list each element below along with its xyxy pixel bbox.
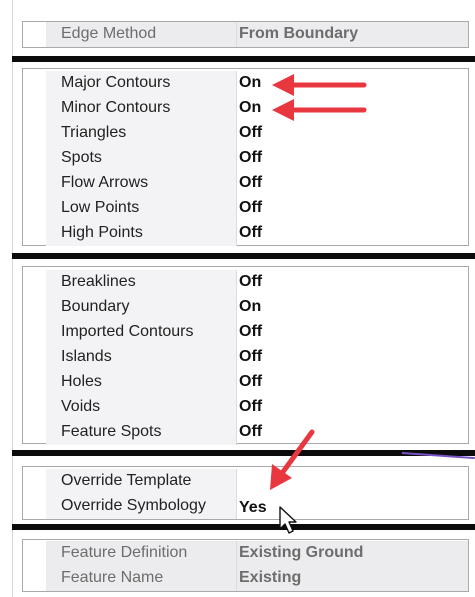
property-row-breaklines[interactable]: Breaklines Off xyxy=(23,270,468,295)
properties-window: Edge Method From Boundary Major Contours… xyxy=(0,0,475,597)
property-value[interactable]: Off xyxy=(239,174,262,192)
property-value[interactable]: On xyxy=(239,298,261,316)
property-label: Holes xyxy=(61,373,102,390)
property-row-triangles[interactable]: Triangles Off xyxy=(23,121,468,146)
property-value[interactable]: Off xyxy=(239,423,262,441)
property-label: Feature Definition xyxy=(61,544,188,561)
property-label: Triangles xyxy=(61,124,127,141)
property-label: Edge Method xyxy=(61,25,157,42)
property-value[interactable]: From Boundary xyxy=(239,25,358,43)
property-row-feature-name[interactable]: Feature Name Existing xyxy=(23,566,468,591)
property-row-major-contours[interactable]: Major Contours On xyxy=(23,71,468,96)
property-label: Voids xyxy=(61,398,101,415)
red-arrow-icon xyxy=(272,74,367,96)
property-label: Spots xyxy=(61,149,102,166)
window-left-edge xyxy=(0,0,13,597)
property-row-spots[interactable]: Spots Off xyxy=(23,146,468,171)
section-divider xyxy=(12,524,475,530)
property-value[interactable]: Off xyxy=(239,149,262,167)
property-value[interactable]: Off xyxy=(239,348,262,366)
property-value[interactable]: Existing xyxy=(239,569,301,587)
property-label: Override Symbology xyxy=(61,497,206,514)
section-divider xyxy=(12,253,475,259)
property-value[interactable]: On xyxy=(239,74,261,92)
mouse-pointer-icon xyxy=(279,506,297,534)
property-label: Islands xyxy=(61,348,112,365)
property-label: Breaklines xyxy=(61,273,136,290)
property-row-override-template[interactable]: Override Template xyxy=(23,469,468,494)
feature-group: Feature Definition Existing Ground Featu… xyxy=(22,539,469,592)
property-label: Flow Arrows xyxy=(61,174,149,191)
property-row-override-symbology[interactable]: Override Symbology Yes xyxy=(23,494,468,519)
display-group: Major Contours On Minor Contours On Tria… xyxy=(22,68,469,246)
edge-method-group: Edge Method From Boundary xyxy=(22,21,469,48)
property-row-feature-definition[interactable]: Feature Definition Existing Ground xyxy=(23,541,468,566)
property-label: Feature Spots xyxy=(61,423,162,440)
override-group: Override Template Override Symbology Yes xyxy=(22,466,469,520)
property-value[interactable]: Off xyxy=(239,373,262,391)
property-row-islands[interactable]: Islands Off xyxy=(23,345,468,370)
property-row-edge-method[interactable]: Edge Method From Boundary xyxy=(23,22,468,47)
property-value[interactable]: Yes xyxy=(239,499,267,517)
property-label: Major Contours xyxy=(61,74,171,91)
property-label: Low Points xyxy=(61,199,140,216)
property-row-low-points[interactable]: Low Points Off xyxy=(23,196,468,221)
property-value[interactable]: On xyxy=(239,99,261,117)
property-label: Minor Contours xyxy=(61,99,171,116)
property-value[interactable]: Off xyxy=(239,124,262,142)
property-value[interactable]: Off xyxy=(239,398,262,416)
property-row-voids[interactable]: Voids Off xyxy=(23,395,468,420)
red-arrow-icon xyxy=(270,429,315,490)
red-arrow-icon xyxy=(272,99,367,121)
property-value[interactable]: Off xyxy=(239,224,262,242)
property-row-high-points[interactable]: High Points Off xyxy=(23,221,468,246)
features-group: Breaklines Off Boundary On Imported Cont… xyxy=(22,266,469,445)
property-label: Imported Contours xyxy=(61,323,194,340)
property-row-minor-contours[interactable]: Minor Contours On xyxy=(23,96,468,121)
property-row-imported-contours[interactable]: Imported Contours Off xyxy=(23,320,468,345)
property-value[interactable]: Existing Ground xyxy=(239,544,363,562)
property-row-feature-spots[interactable]: Feature Spots Off xyxy=(23,420,468,445)
property-label: Boundary xyxy=(61,298,130,315)
section-divider xyxy=(12,56,475,62)
property-row-boundary[interactable]: Boundary On xyxy=(23,295,468,320)
property-label: Override Template xyxy=(61,472,192,489)
property-row-holes[interactable]: Holes Off xyxy=(23,370,468,395)
property-value[interactable]: Off xyxy=(239,199,262,217)
property-label: High Points xyxy=(61,224,143,241)
property-label: Feature Name xyxy=(61,569,164,586)
property-value[interactable]: Off xyxy=(239,273,262,291)
property-row-flow-arrows[interactable]: Flow Arrows Off xyxy=(23,171,468,196)
property-value[interactable]: Off xyxy=(239,323,262,341)
